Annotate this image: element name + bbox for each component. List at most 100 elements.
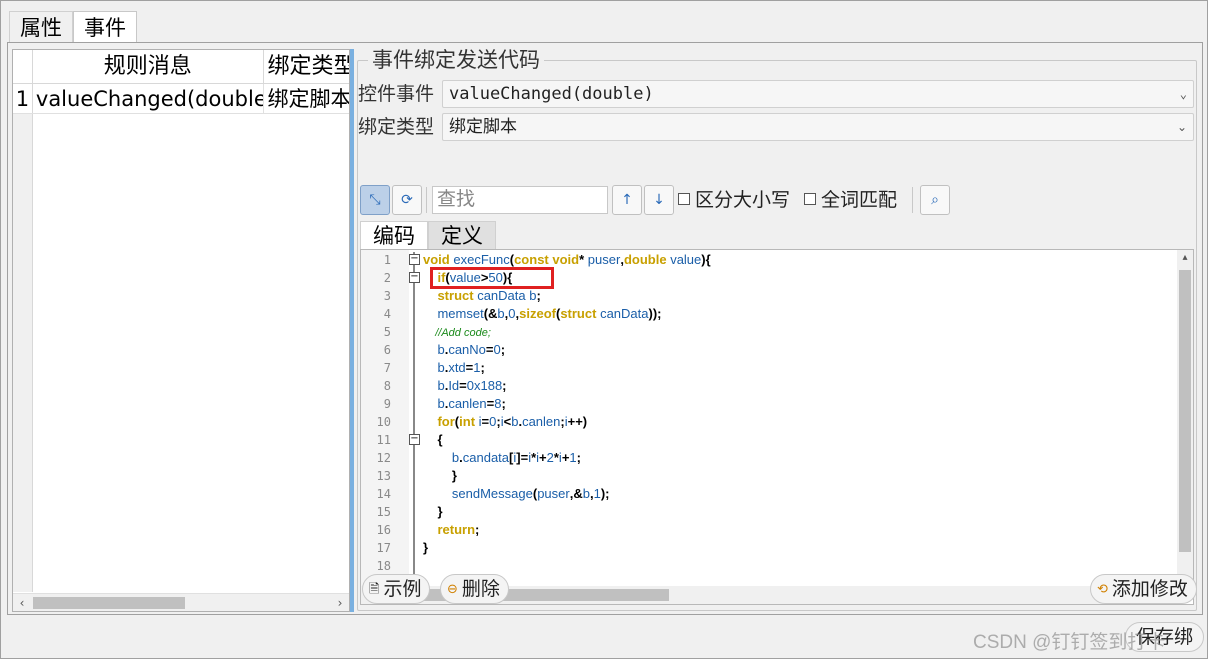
line-number: 16 — [376, 523, 391, 537]
search-input[interactable]: 查找 — [432, 186, 608, 214]
line-number: 14 — [376, 487, 391, 501]
whole-word-checkbox[interactable]: 全词匹配 — [804, 185, 897, 215]
column-header-rule-message[interactable]: 规则消息 — [33, 50, 264, 83]
code-line[interactable]: } — [423, 503, 442, 521]
toolbar-separator — [426, 187, 427, 213]
tab-code[interactable]: 编码 — [360, 221, 428, 249]
rules-table-horizontal-scrollbar[interactable]: ‹ › — [13, 593, 349, 611]
checkbox-icon[interactable] — [804, 193, 816, 205]
line-number: 9 — [383, 397, 391, 411]
rules-table: 规则消息 绑定类型 1 valueChanged(double) 绑定脚本 ‹ … — [12, 49, 350, 612]
line-number: 15 — [376, 505, 391, 519]
arrow-down-icon[interactable]: ↓ — [644, 185, 674, 215]
editor-vertical-scrollbar[interactable]: ▴ ▾ — [1177, 250, 1193, 588]
code-editor[interactable]: 12345678910111213141516171819 − − − void… — [360, 249, 1194, 605]
line-number: 1 — [383, 253, 391, 267]
line-number: 17 — [376, 541, 391, 555]
table-row[interactable]: 1 valueChanged(double) 绑定脚本 — [13, 84, 349, 114]
line-number: 5 — [383, 325, 391, 339]
arrow-up-icon[interactable]: ↑ — [612, 185, 642, 215]
top-tab-bar: 属性 事件 — [9, 11, 137, 43]
row-number[interactable]: 1 — [13, 84, 33, 113]
scroll-thumb[interactable] — [1179, 270, 1191, 552]
whole-word-label: 全词匹配 — [821, 189, 898, 211]
delete-label: 删除 — [461, 578, 500, 600]
code-line[interactable]: struct canData b; — [423, 287, 540, 305]
fold-toggle-icon[interactable]: − — [409, 272, 420, 283]
line-number: 2 — [383, 271, 391, 285]
line-number: 7 — [383, 361, 391, 375]
group-title: 事件绑定发送代码 — [368, 47, 544, 73]
line-number: 12 — [376, 451, 391, 465]
scroll-right-icon[interactable]: › — [331, 594, 349, 611]
format-icon[interactable]: ⟳ — [392, 185, 422, 215]
fold-guide — [413, 252, 415, 582]
watermark: CSDN @钉钉签到打卡 — [973, 632, 1166, 653]
add-modify-label: 添加修改 — [1111, 578, 1188, 600]
scroll-left-icon[interactable]: ‹ — [13, 594, 31, 611]
code-line[interactable]: b.Id=0x188; — [423, 377, 506, 395]
line-number: 4 — [383, 307, 391, 321]
tab-properties[interactable]: 属性 — [9, 11, 73, 43]
table-corner — [13, 50, 33, 83]
checkbox-icon[interactable] — [678, 193, 690, 205]
bind-type-value: 绑定脚本 — [449, 117, 517, 136]
add-modify-button[interactable]: ⟲ 添加修改 — [1090, 574, 1197, 604]
rules-table-header: 规则消息 绑定类型 — [13, 50, 350, 84]
bind-type-select[interactable]: 绑定脚本 ⌄ — [442, 113, 1194, 141]
case-sensitive-label: 区分大小写 — [695, 189, 791, 211]
code-line[interactable]: b.candata[i]=i*i+2*i+1; — [423, 449, 581, 467]
line-number: 8 — [383, 379, 391, 393]
line-number: 6 — [383, 343, 391, 357]
example-button[interactable]: 🗎 示例 — [362, 574, 431, 604]
control-event-label: 控件事件 — [358, 83, 435, 105]
refresh-icon: ⟲ — [1097, 582, 1108, 597]
chevron-down-icon: ⌄ — [1176, 120, 1187, 134]
code-line[interactable]: } — [423, 539, 428, 557]
code-line[interactable]: //Add code; — [423, 323, 491, 341]
code-line[interactable]: b.canNo=0; — [423, 341, 505, 359]
fold-toggle-icon[interactable]: − — [409, 434, 420, 445]
control-event-row: 控件事件 valueChanged(double) ⌄ — [358, 80, 1194, 108]
code-line[interactable]: for(int i=0;i<b.canlen;i++) — [423, 413, 587, 431]
code-line[interactable]: } — [423, 467, 457, 485]
events-tab-body: 规则消息 绑定类型 1 valueChanged(double) 绑定脚本 ‹ … — [7, 42, 1203, 615]
minus-circle-icon: ⊖ — [447, 582, 458, 597]
chevron-down-icon: ⌄ — [1179, 87, 1187, 101]
bind-type-cell[interactable]: 绑定脚本 — [264, 84, 349, 113]
code-line[interactable]: { — [423, 431, 442, 449]
scroll-up-icon[interactable]: ▴ — [1177, 250, 1193, 266]
row-header-column — [13, 114, 33, 592]
fold-toggle-icon[interactable]: − — [409, 254, 420, 265]
highlight-annotation — [430, 267, 554, 289]
line-number: 3 — [383, 289, 391, 303]
toolbar-separator — [912, 187, 913, 213]
event-binding-panel: 事件绑定发送代码 控件事件 valueChanged(double) ⌄ 绑定类… — [354, 43, 1202, 614]
code-line[interactable]: return; — [423, 521, 479, 539]
code-line[interactable]: memset(&b,0,sizeof(struct canData)); — [423, 305, 661, 323]
bind-type-row: 绑定类型 绑定脚本 ⌄ — [358, 113, 1194, 141]
control-event-value: valueChanged(double) — [449, 84, 654, 104]
scroll-thumb[interactable] — [33, 597, 185, 609]
expand-icon[interactable]: ⤡ — [360, 185, 390, 215]
line-number: 11 — [376, 433, 391, 447]
document-icon: 🗎 — [369, 582, 380, 597]
bind-type-label: 绑定类型 — [358, 116, 435, 138]
tab-definition[interactable]: 定义 — [428, 221, 496, 249]
code-line[interactable]: b.canlen=8; — [423, 395, 505, 413]
line-number: 18 — [376, 559, 391, 573]
code-line[interactable]: sendMessage(puser,&b,1); — [423, 485, 610, 503]
window: 属性 事件 规则消息 绑定类型 1 valueChanged(double) 绑… — [0, 0, 1208, 659]
editor-toolbar: ⤡ ⟳ 查找 ↑ ↓ 区分大小写 全词匹配 ⌕ — [358, 185, 1194, 215]
line-number: 10 — [376, 415, 391, 429]
example-label: 示例 — [383, 578, 422, 600]
zoom-icon[interactable]: ⌕ — [920, 185, 950, 215]
column-header-bind-type[interactable]: 绑定类型 — [264, 50, 350, 83]
code-line[interactable]: b.xtd=1; — [423, 359, 484, 377]
rule-message-cell[interactable]: valueChanged(double) — [33, 84, 264, 113]
case-sensitive-checkbox[interactable]: 区分大小写 — [678, 185, 790, 215]
delete-button[interactable]: ⊖ 删除 — [440, 574, 509, 604]
control-event-select[interactable]: valueChanged(double) ⌄ — [442, 80, 1194, 108]
line-number: 13 — [376, 469, 391, 483]
tab-events[interactable]: 事件 — [73, 11, 137, 43]
